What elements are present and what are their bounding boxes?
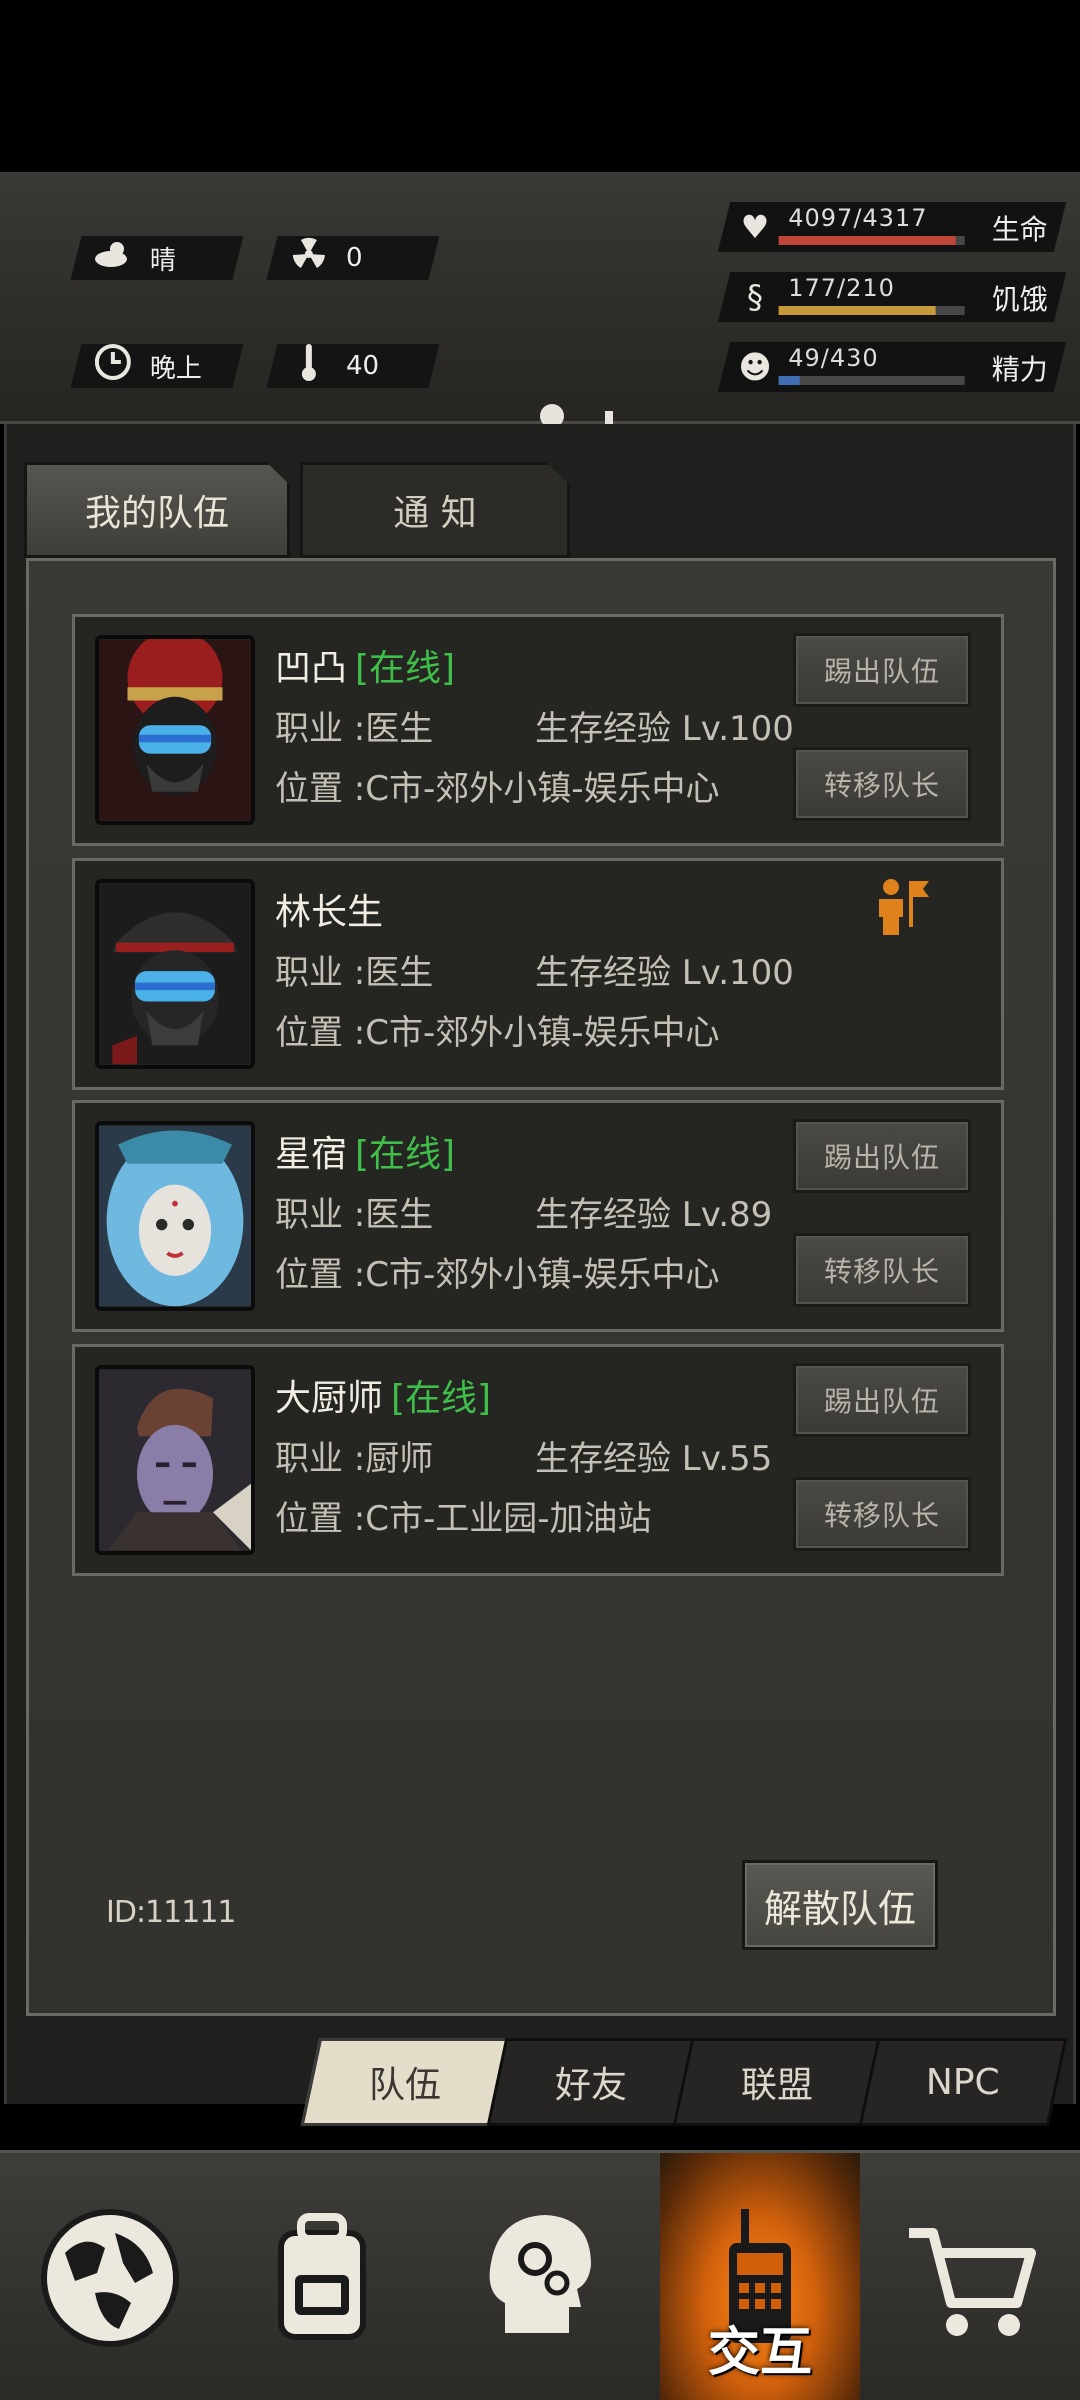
member-location: 位置 :C市-郊外小镇-娱乐中心 — [275, 1255, 720, 1295]
inventory-button[interactable] — [222, 2153, 422, 2400]
member-job: 职业 :医生 — [275, 953, 434, 993]
tab-friends[interactable]: 好友 — [486, 2038, 696, 2126]
tab-npc[interactable]: NPC — [858, 2038, 1068, 2126]
skills-button[interactable] — [440, 2153, 640, 2400]
time-chip: 晚上 — [70, 343, 244, 389]
member-exp: 生存经验 Lv.100 — [535, 953, 794, 993]
member-card: 星宿 [在线] 职业 :医生 生存经验 Lv.89 位置 :C市-郊外小镇-娱乐中… — [72, 1100, 1004, 1332]
status-bar-area — [0, 0, 1080, 172]
member-location: 位置 :C市-郊外小镇-娱乐中心 — [275, 769, 720, 809]
hunger-fill — [778, 306, 936, 315]
member-exp: 生存经验 Lv.100 — [535, 709, 794, 749]
kick-button[interactable]: 踢出队伍 — [793, 633, 971, 707]
energy-label: 精力 — [991, 353, 1048, 386]
hunger-bar: § 177/210 饥饿 — [717, 272, 1067, 322]
member-name: 林长生 — [275, 892, 384, 933]
weather-chip: 晴 — [70, 236, 244, 280]
member-avatar[interactable] — [95, 1121, 255, 1311]
stomach-icon: § — [747, 278, 763, 316]
member-card: 林长生 职业 :医生 生存经验 Lv.100 位置 :C市-郊外小镇-娱乐中心 — [72, 858, 1004, 1090]
thermometer-icon — [286, 342, 332, 391]
health-value: 4097/4317 — [788, 204, 928, 232]
tab-notice[interactable]: 通 知 — [300, 462, 570, 558]
member-location: 位置 :C市-郊外小镇-娱乐中心 — [275, 1013, 720, 1053]
map-button[interactable] — [10, 2153, 210, 2400]
online-status: [在线] — [355, 1134, 456, 1175]
health-fill — [778, 236, 956, 245]
online-status: [在线] — [391, 1378, 492, 1419]
health-label: 生命 — [991, 213, 1048, 246]
main-nav: 交互 — [0, 2150, 1080, 2400]
member-name: 凹凸 [在线] — [275, 648, 456, 689]
member-exp: 生存经验 Lv.89 — [535, 1195, 773, 1235]
member-name: 大厨师 [在线] — [275, 1378, 492, 1419]
tab-my-team[interactable]: 我的队伍 — [24, 462, 290, 558]
hunger-value: 177/210 — [788, 274, 895, 302]
member-avatar[interactable] — [95, 1365, 255, 1555]
member-job: 职业 :医生 — [275, 709, 434, 749]
shop-button[interactable] — [870, 2153, 1070, 2400]
tab-alliance[interactable]: 联盟 — [672, 2038, 882, 2126]
cart-icon — [909, 2228, 1036, 2336]
energy-fill — [778, 376, 800, 385]
member-job: 职业 :厨师 — [275, 1439, 434, 1479]
radiation-chip: 0 — [266, 236, 440, 280]
member-exp: 生存经验 Lv.55 — [535, 1439, 773, 1479]
member-job: 职业 :医生 — [275, 1195, 434, 1235]
transfer-leader-button[interactable]: 转移队长 — [793, 1477, 971, 1551]
temperature-chip: 40 — [266, 342, 440, 391]
weather-value: 晴 — [150, 245, 177, 276]
member-card: 凹凸 [在线] 职业 :医生 生存经验 Lv.100 位置 :C市-郊外小镇-娱乐… — [72, 614, 1004, 846]
heart-icon: ♥ — [740, 208, 770, 246]
member-avatar[interactable] — [95, 879, 255, 1069]
member-avatar[interactable] — [95, 635, 255, 825]
transfer-leader-button[interactable]: 转移队长 — [793, 747, 971, 821]
backpack-icon — [278, 2213, 366, 2340]
kick-button[interactable]: 踢出队伍 — [793, 1119, 971, 1193]
time-value: 晚上 — [150, 353, 203, 384]
transfer-leader-button[interactable]: 转移队长 — [793, 1233, 971, 1307]
interact-button[interactable]: 交互 — [660, 2153, 860, 2400]
globe-icon — [41, 2209, 179, 2347]
weather-cloud-icon — [90, 238, 136, 278]
tab-team[interactable]: 队伍 — [300, 2038, 510, 2126]
social-tabs: 队伍 好友 联盟 NPC — [296, 2038, 1068, 2132]
energy-bar: ☻ 49/430 精力 — [717, 342, 1067, 392]
member-card: 大厨师 [在线] 职业 :厨师 生存经验 Lv.55 位置 :C市-工业园-加油站… — [72, 1344, 1004, 1576]
member-name: 星宿 [在线] — [275, 1134, 456, 1175]
clock-icon — [90, 343, 136, 389]
energy-value: 49/430 — [788, 344, 879, 372]
hud-panel: 晴 0 晚上 40 ♥ 4097/4317 生命 § 177/210 饥饿 ☻ … — [0, 172, 1080, 565]
brain-icon: ☻ — [738, 348, 772, 386]
skills-head-icon — [489, 2215, 591, 2333]
disband-team-button[interactable]: 解散队伍 — [742, 1860, 938, 1950]
radiation-icon — [286, 237, 332, 280]
hunger-label: 饥饿 — [991, 283, 1048, 316]
health-bar: ♥ 4097/4317 生命 — [717, 202, 1067, 252]
temperature-value: 40 — [346, 351, 380, 381]
team-id: ID:11111 — [106, 1895, 236, 1930]
online-status: [在线] — [355, 648, 456, 689]
team-leader-flag-icon — [875, 877, 931, 937]
kick-button[interactable]: 踢出队伍 — [793, 1363, 971, 1437]
radiation-value: 0 — [346, 243, 363, 273]
member-location: 位置 :C市-工业园-加油站 — [275, 1499, 652, 1539]
interact-label: 交互 — [707, 2323, 812, 2383]
